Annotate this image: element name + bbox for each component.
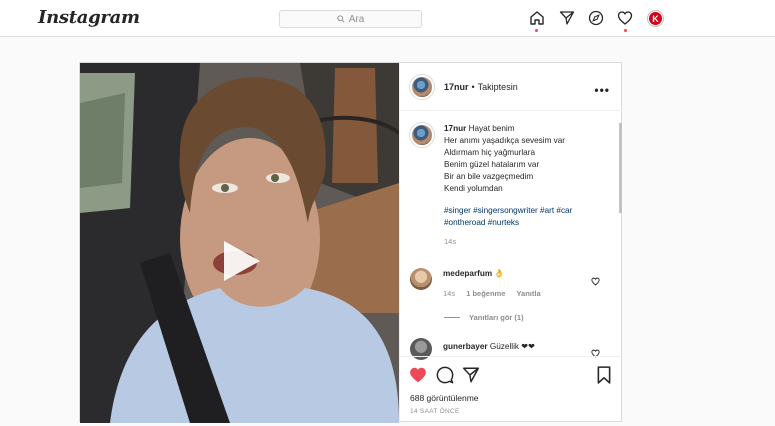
comment-text: 👌	[494, 269, 505, 278]
play-icon[interactable]	[218, 238, 264, 289]
post-sidebar: 17nur • Takiptesin ••• 17nur Hayat benim…	[399, 63, 623, 426]
post-actions: 688 görüntülenme 14 SAAT ÖNCE	[400, 356, 623, 426]
search-input[interactable]: Ara	[279, 10, 422, 28]
view-replies-label[interactable]: Yanıtları gör (1)	[469, 313, 524, 322]
search-icon	[337, 15, 345, 23]
comment-icon[interactable]	[436, 366, 454, 389]
comment: medeparfum 👌 14s 1 beğenme Yanıtla	[410, 268, 612, 300]
explore-icon[interactable]	[588, 10, 604, 26]
commenter-avatar[interactable]	[410, 268, 432, 290]
post-header: 17nur • Takiptesin •••	[400, 63, 622, 111]
hashtags-line[interactable]: #ontheroad #nurteks	[444, 217, 572, 229]
hashtags[interactable]: #singer #singersongwriter #art #car #ont…	[444, 205, 572, 229]
post-timestamp: 14 SAAT ÖNCE	[410, 408, 460, 415]
header-separator: •	[471, 81, 475, 92]
activity-icon[interactable]	[617, 10, 633, 26]
comment-likes[interactable]: 1 beğenme	[466, 289, 505, 298]
caption-author-avatar[interactable]	[410, 123, 434, 147]
home-notification-dot	[535, 29, 538, 32]
author-avatar[interactable]	[410, 74, 434, 99]
direct-icon[interactable]	[559, 10, 575, 26]
caption-line: Kendi yolumdan	[444, 184, 503, 193]
profile-avatar[interactable]: K	[648, 11, 663, 26]
author-username[interactable]: 17nur	[444, 82, 469, 92]
reply-button[interactable]: Yanıtla	[516, 289, 540, 298]
caption-body: 17nur Hayat benim Her anımı yaşadıkça se…	[444, 123, 572, 248]
like-icon[interactable]	[409, 366, 427, 389]
caption-line: Benim güzel hatalarım var	[444, 160, 540, 169]
caption-line: Her anımı yaşadıkça sevesim var	[444, 136, 566, 145]
search-placeholder: Ara	[348, 13, 365, 25]
caption-line: Hayat benim	[468, 124, 515, 133]
caption-time: 14s	[444, 237, 457, 246]
caption-username[interactable]: 17nur	[444, 124, 466, 133]
home-icon[interactable]	[529, 10, 545, 26]
comment-meta: 14s 1 beğenme Yanıtla	[443, 288, 550, 300]
comment-body: medeparfum 👌 14s 1 beğenme Yanıtla	[443, 268, 550, 300]
commenter-username[interactable]: gunerbayer	[443, 342, 488, 351]
comment-like-icon[interactable]	[591, 273, 600, 291]
post-caption: 17nur Hayat benim Her anımı yaşadıkça se…	[410, 123, 612, 248]
follow-status[interactable]: Takiptesin	[478, 82, 518, 92]
activity-notification-dot	[624, 29, 627, 32]
view-replies-button[interactable]: Yanıtları gör (1)	[444, 313, 524, 322]
share-icon[interactable]	[462, 366, 480, 389]
top-navigation-bar: Instagram Ara K	[0, 0, 775, 37]
view-count[interactable]: 688 görüntülenme	[410, 393, 479, 403]
instagram-logo[interactable]: Instagram	[38, 7, 140, 28]
post-modal: 17nur • Takiptesin ••• 17nur Hayat benim…	[79, 62, 623, 426]
save-icon[interactable]	[596, 366, 612, 389]
caption-line: Bir an bile vazgeçmedim	[444, 172, 534, 181]
commenter-username[interactable]: medeparfum	[443, 269, 492, 278]
scrollbar[interactable]	[619, 123, 622, 213]
comment-text: Güzellik ❤❤	[489, 342, 535, 351]
comment-time: 14s	[443, 289, 456, 298]
more-options-icon[interactable]: •••	[594, 83, 610, 97]
replies-divider	[444, 317, 460, 318]
caption-line: Aldırmam hiç yağmurlara	[444, 148, 535, 157]
hashtags-line[interactable]: #singer #singersongwriter #art #car	[444, 205, 572, 217]
video-player[interactable]	[80, 63, 399, 423]
